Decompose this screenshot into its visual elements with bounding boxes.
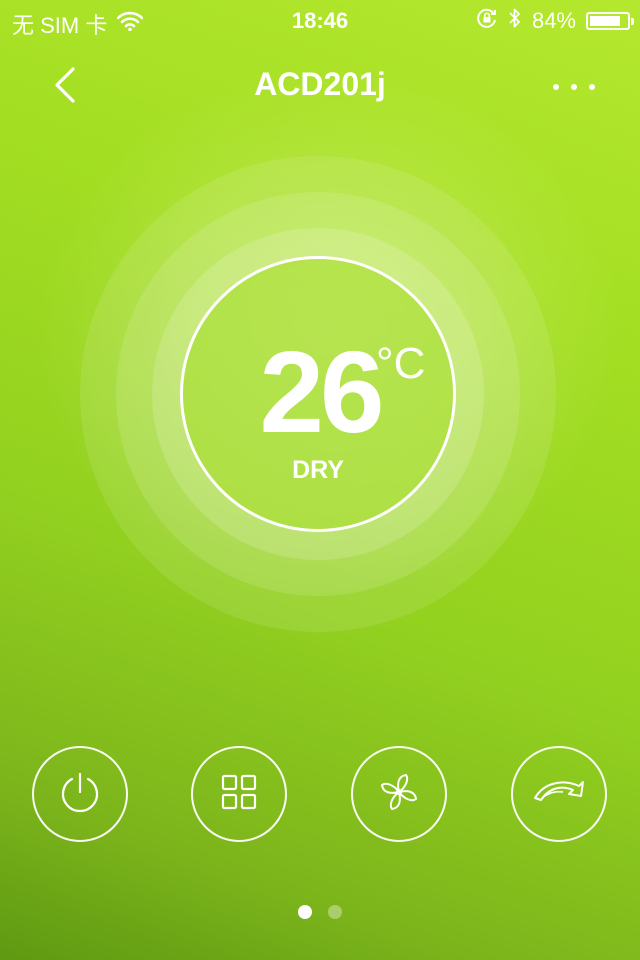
- temperature-dial[interactable]: 26 °C DRY: [80, 156, 556, 632]
- rotation-lock-icon: [476, 7, 498, 35]
- device-title: ACD201j: [254, 66, 386, 102]
- battery-fill: [590, 16, 621, 26]
- grid-icon: [221, 774, 257, 815]
- mode-button[interactable]: [191, 746, 287, 842]
- status-right: 84%: [476, 7, 634, 35]
- swing-arrow-icon: [531, 772, 587, 817]
- temperature-unit: °C: [376, 339, 426, 388]
- page-dot[interactable]: [328, 905, 342, 919]
- power-button[interactable]: [32, 746, 128, 842]
- control-row: [0, 746, 640, 846]
- swing-button[interactable]: [511, 746, 607, 842]
- mode-label: DRY: [292, 456, 344, 484]
- fan-button[interactable]: [351, 746, 447, 842]
- page-indicator: [0, 905, 640, 919]
- more-dots-icon: [552, 78, 596, 96]
- page-dot[interactable]: [298, 905, 312, 919]
- power-icon: [57, 769, 103, 820]
- status-bar: 无 SIM 卡 18:46 84%: [0, 0, 640, 40]
- fan-icon: [376, 769, 422, 820]
- battery-percent: 84%: [531, 8, 576, 33]
- battery-icon: [586, 12, 634, 30]
- bluetooth-icon: [508, 7, 522, 35]
- more-button[interactable]: [546, 62, 602, 112]
- nav-bar: ACD201j: [0, 48, 640, 124]
